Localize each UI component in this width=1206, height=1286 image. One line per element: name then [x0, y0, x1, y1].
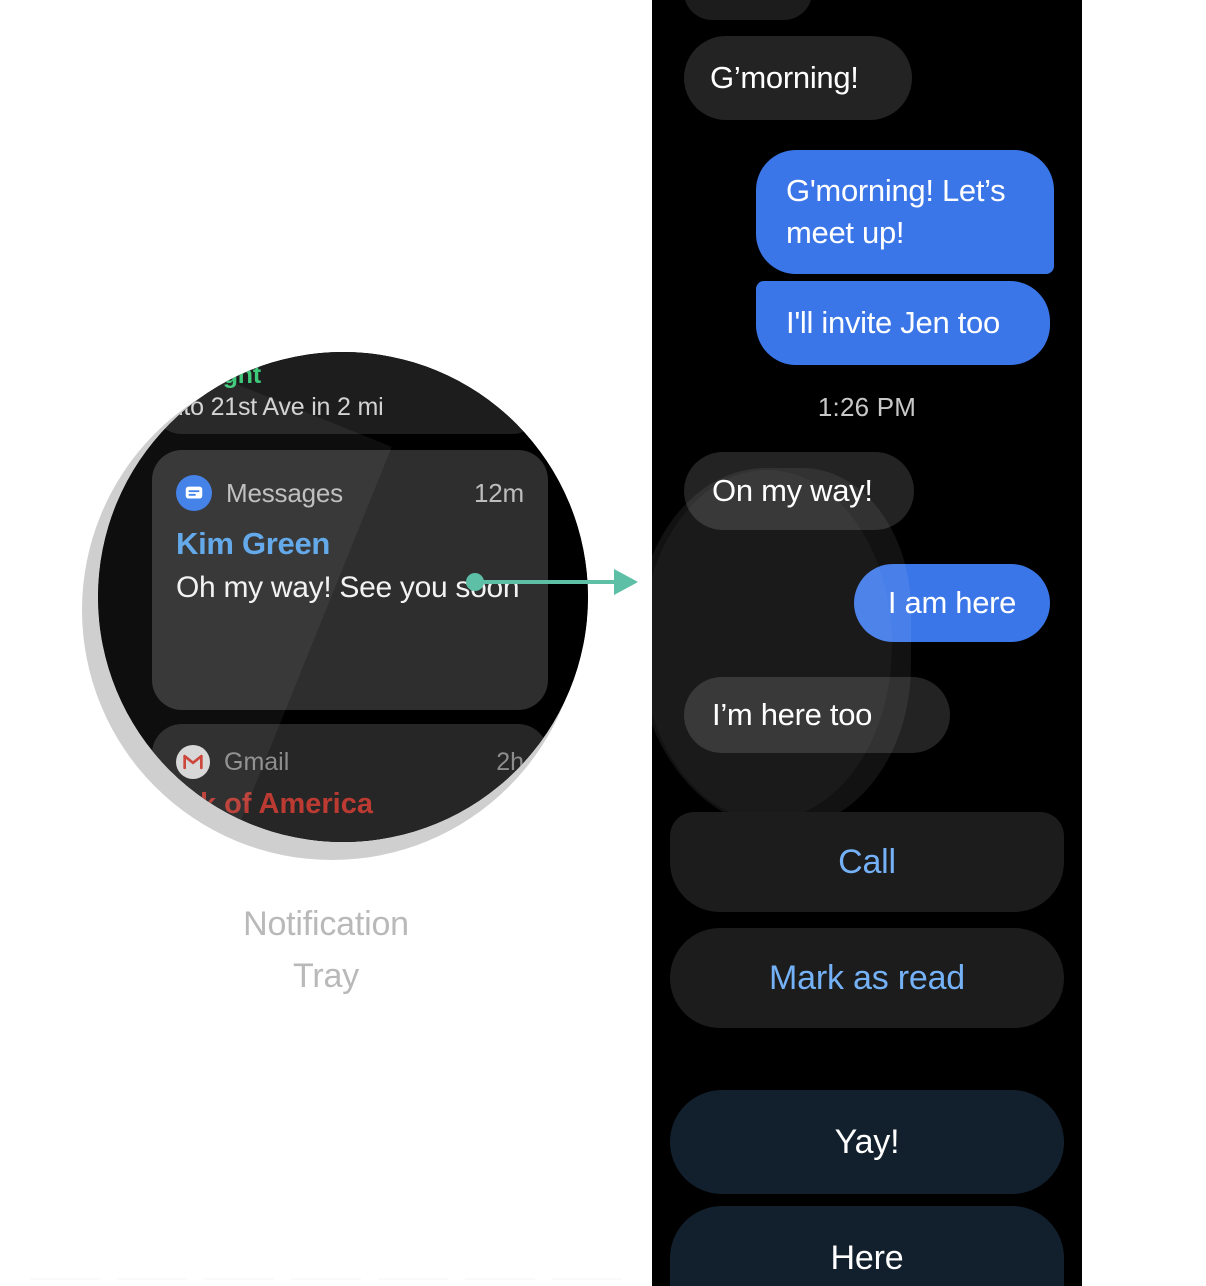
gmail-timestamp: 2h — [496, 747, 524, 776]
conversation-timestamp: 1:26 PM — [817, 392, 917, 422]
message-bubble-outgoing[interactable]: G'morning! Let’s meet up! — [756, 150, 1054, 274]
conversation-view: G’morning! G'morning! Let’s meet up! I'l… — [652, 0, 1082, 1286]
call-button[interactable]: Call — [670, 812, 1064, 912]
nav-direction-text: urn right — [160, 361, 261, 389]
mark-as-read-button[interactable]: Mark as read — [670, 928, 1064, 1028]
notification-timestamp: 12m — [474, 477, 524, 508]
notification-sender: Kim Green — [176, 526, 331, 561]
message-bubble-outgoing[interactable]: I am here — [854, 564, 1050, 642]
notification-header: Messages 12m — [176, 472, 524, 514]
quick-reply-yay-button[interactable]: Yay! — [670, 1090, 1064, 1194]
watch-screen: urn right onto 21st Ave in 2 mi Messages… — [98, 352, 588, 842]
gmail-subject: k of America — [200, 788, 373, 820]
gmail-notification-header: Gmail 2h — [176, 742, 524, 782]
message-bubble-clipped[interactable] — [684, 0, 812, 20]
message-bubble-incoming[interactable]: On my way! — [684, 452, 914, 530]
notification-app-name: Messages — [226, 477, 343, 508]
message-bubble-outgoing[interactable]: I'll invite Jen too — [756, 281, 1050, 365]
gmail-icon — [176, 745, 210, 779]
nav-detail-text: onto 21st Ave in 2 mi — [156, 393, 384, 421]
messages-icon — [176, 475, 212, 511]
gmail-app-name: Gmail — [224, 747, 290, 776]
layout-grid-ticks — [0, 1278, 652, 1280]
message-bubble-incoming[interactable]: I’m here too — [684, 677, 950, 753]
left-panel: urn right onto 21st Ave in 2 mi Messages… — [0, 0, 652, 1286]
watch-bezel: urn right onto 21st Ave in 2 mi Messages… — [98, 352, 588, 842]
connector-line — [482, 580, 622, 584]
message-bubble-incoming[interactable]: G’morning! — [684, 36, 912, 120]
caption-line-1: Notification — [243, 905, 409, 943]
right-panel-watch-strip: G’morning! G'morning! Let’s meet up! I'l… — [652, 0, 1082, 1286]
caption-line-2: Tray — [293, 957, 359, 995]
notification-card-navigation[interactable]: urn right onto 21st Ave in 2 mi — [152, 352, 542, 434]
notification-card-gmail[interactable]: Gmail 2h k of America — [152, 724, 548, 842]
page-caption: Notification Tray — [0, 898, 652, 1002]
connector-arrow-icon — [614, 569, 638, 595]
quick-reply-here-button[interactable]: Here — [670, 1206, 1064, 1286]
